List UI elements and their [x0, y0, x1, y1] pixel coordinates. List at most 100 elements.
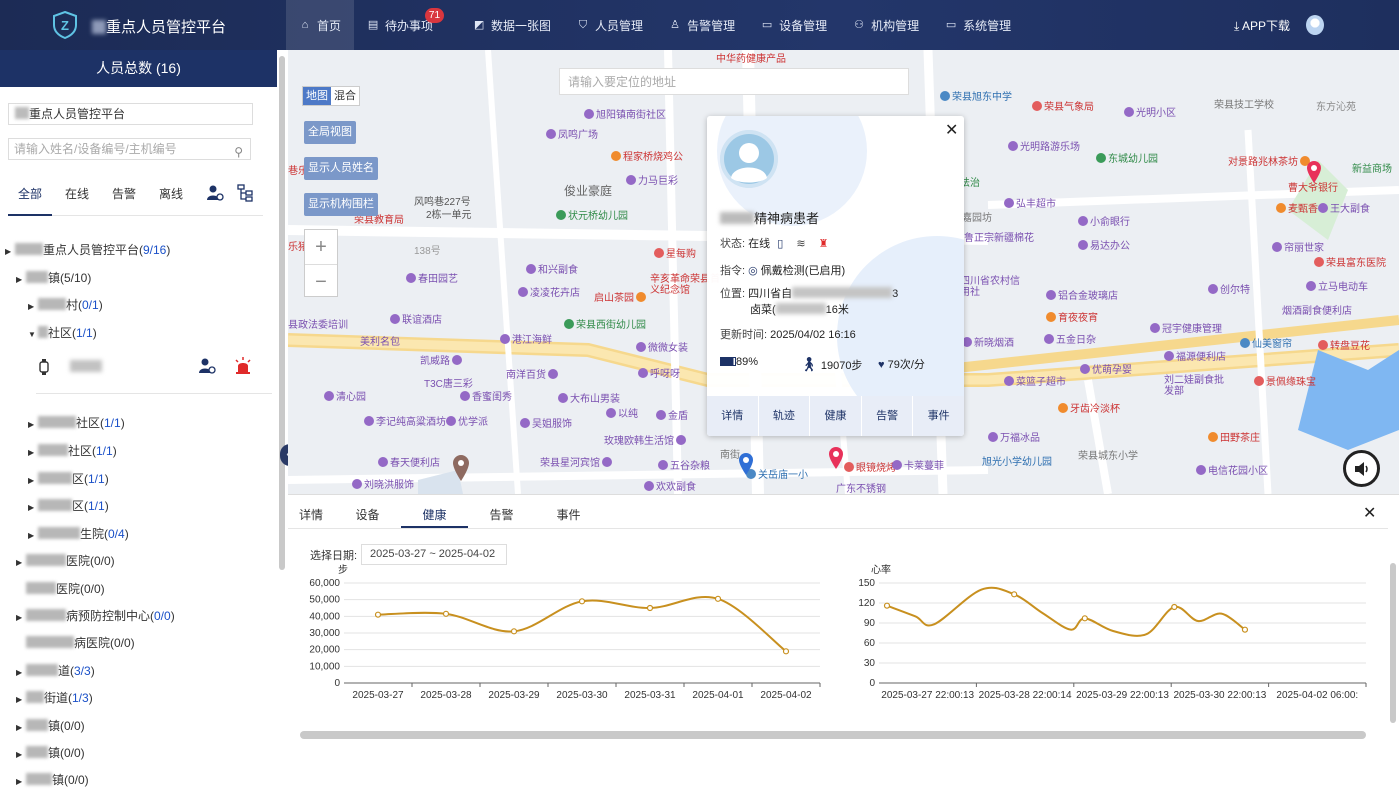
map-poi-label[interactable]: T3C唐三彩 [424, 375, 473, 390]
panel-tab-health[interactable]: 健康 [401, 495, 468, 528]
tree-node[interactable]: ▶ 镇(5/10) [16, 269, 91, 286]
map-poi-label[interactable]: 关岳庙一小 [746, 466, 808, 481]
map-poi-label[interactable]: 广东不锈钢 [836, 480, 886, 494]
map-poi-label[interactable]: 对景路兆林茶坊 [1228, 153, 1312, 168]
map-poi-label[interactable]: 清心园 [324, 388, 366, 403]
map-poi-label[interactable]: 吴姐服饰 [520, 415, 572, 430]
sound-toggle-button[interactable] [1343, 450, 1380, 487]
tab-offline[interactable]: 离线 [149, 182, 193, 215]
map-poi-label[interactable]: 田野茶庄 [1208, 429, 1260, 444]
map-poi-label[interactable]: 金盾 [656, 407, 688, 422]
panel-tab-detail[interactable]: 详情 [288, 495, 334, 528]
popup-event-button[interactable]: 事件 [913, 396, 964, 436]
map-poi-label[interactable]: 福源便利店 [1164, 348, 1226, 363]
map-poi-label[interactable]: 美利名包 [360, 333, 400, 348]
nav-alarm[interactable]: ♙ 告警管理 [656, 0, 748, 50]
popup-alarm-button[interactable]: 告警 [862, 396, 914, 436]
nav-system[interactable]: ▭ 系统管理 [932, 0, 1024, 50]
map-poi-label[interactable]: 旭光小学幼儿园 [982, 453, 1052, 468]
map-poi-label[interactable]: 优萌孕婴 [1080, 361, 1132, 376]
nav-data-map[interactable]: ◩ 数据一张图 [460, 0, 564, 50]
map-poi-label[interactable]: 烟酒副食便利店 [1282, 302, 1352, 317]
tree-node[interactable]: ▶ 区(1/1) [28, 497, 109, 514]
person-locate-icon[interactable] [198, 357, 216, 375]
map-address-search-input[interactable]: 请输入要定位的地址 [559, 68, 909, 95]
map-poi-label[interactable]: 状元桥幼儿园 [556, 207, 628, 222]
close-panel-button[interactable]: ✕ [1363, 503, 1376, 523]
map-poi-label[interactable]: 小俞眼行 [1078, 213, 1130, 228]
map-poi-label[interactable]: 光明小区 [1124, 104, 1176, 119]
tree-node[interactable]: ▶ 道(3/3) [16, 662, 95, 679]
map-poi-label[interactable]: 铝合金玻璃店 [1046, 287, 1118, 302]
org-tree-icon[interactable] [234, 182, 256, 204]
map-poi-label[interactable]: 卡莱蔓菲 [892, 457, 944, 472]
map-marker-pin[interactable] [452, 454, 470, 482]
map-poi-label[interactable]: 创尔特 [1208, 281, 1250, 296]
tab-all[interactable]: 全部 [8, 182, 53, 216]
map-poi-label[interactable]: 春天便利店 [378, 454, 440, 469]
tree-node-root[interactable]: ▶ 重点人员管控平台(9/16) [5, 241, 170, 258]
map-poi-label[interactable]: 五谷杂粮 [658, 457, 710, 472]
panel-tab-alarm[interactable]: 告警 [468, 495, 535, 528]
person-search-input[interactable]: 请输入姓名/设备编号/主机编号 ⚲ [8, 138, 251, 160]
tree-node[interactable]: ▶ 镇(0/0) [16, 771, 89, 788]
tree-node[interactable]: ▶ 社区(1/1) [28, 442, 117, 459]
map-poi-label[interactable]: 荣县星河宾馆 [540, 454, 614, 469]
nav-person[interactable]: ⛉ 人员管理 [564, 0, 656, 50]
tree-node[interactable]: ▶ 社区(1/1) [28, 414, 125, 431]
tree-node[interactable]: 病医院(0/0) [16, 634, 135, 651]
person-row[interactable] [0, 350, 277, 388]
nav-org[interactable]: ⚇ 机构管理 [840, 0, 932, 50]
map-poi-label[interactable]: 鲁正宗新疆棉花 [964, 233, 1034, 244]
tab-online[interactable]: 在线 [55, 182, 99, 215]
map-poi-label[interactable]: 县政法委培训 [288, 320, 348, 331]
sidebar-scrollbar[interactable] [279, 56, 285, 570]
map-poi-label[interactable]: 育夜夜宵 [1046, 309, 1098, 324]
map-poi-label[interactable]: 启山茶园 [594, 289, 648, 304]
map-poi-label[interactable]: 旭阳镇南街社区 [584, 106, 666, 121]
tree-node[interactable]: ▶ 村(0/1) [28, 296, 103, 313]
map-poi-label[interactable]: 荣县富东医院 [1314, 254, 1386, 269]
map-poi-label[interactable]: 眼镜烧烤 [844, 459, 896, 474]
tree-node[interactable]: ▶ 镇(0/0) [16, 717, 85, 734]
alarm-icon[interactable] [234, 356, 252, 375]
user-avatar[interactable] [1306, 15, 1324, 35]
close-popup-button[interactable]: ✕ [945, 120, 958, 140]
map-poi-label[interactable]: 立马电动车 [1306, 278, 1368, 293]
map-poi-label[interactable]: 南洋百货 [506, 366, 560, 381]
tree-node-expanded[interactable]: ▼ 社区(1/1) [28, 324, 97, 341]
zoom-in-button[interactable]: + [305, 230, 337, 264]
map-poi-label[interactable]: 和兴副食 [526, 261, 578, 276]
tree-node[interactable]: ▶ 区(1/1) [28, 470, 109, 487]
popup-track-button[interactable]: 轨迹 [759, 396, 811, 436]
map-poi-label[interactable]: 大布山男装 [558, 390, 620, 405]
map-poi-label[interactable]: 凌凌花卉店 [518, 284, 580, 299]
map-poi-label[interactable]: 弘丰超市 [1004, 195, 1056, 210]
popup-detail-button[interactable]: 详情 [707, 396, 759, 436]
map-poi-label[interactable]: 凯威路 [420, 352, 464, 367]
app-download-link[interactable]: ⤓ APP下载 [1234, 17, 1290, 34]
tab-alarm[interactable]: 告警 [102, 182, 146, 215]
panel-horizontal-scrollbar[interactable] [300, 731, 1366, 739]
map-poi-label[interactable]: 刘二娃副食批发部 [1164, 375, 1232, 397]
panel-vertical-scrollbar[interactable] [1390, 563, 1396, 723]
map-poi-label[interactable]: 四川省农村信用社 [960, 276, 1022, 298]
person-marker-blue[interactable] [738, 452, 754, 476]
nav-home[interactable]: ⌂ 首页 [286, 0, 355, 50]
map-poi-label[interactable]: 光明路游乐场 [1008, 138, 1080, 153]
person-marker-red[interactable] [1306, 160, 1322, 184]
map-poi-label[interactable]: 刘晓洪服饰 [352, 476, 414, 491]
map-poi-label[interactable]: 麦甄香 [1276, 200, 1318, 215]
tree-node[interactable]: ▶ 病预防控制中心(0/0) [16, 607, 175, 624]
nav-device[interactable]: ▭ 设备管理 [748, 0, 840, 50]
map-poi-label[interactable]: 程家桥烧鸡公 [611, 148, 683, 163]
show-org-fence-button[interactable]: 显示机构围栏 [304, 193, 378, 216]
map-poi-label[interactable]: 东城幼儿园 [1096, 150, 1158, 165]
map-poi-label[interactable]: 呼呀呀 [638, 365, 680, 380]
map-poi-label[interactable]: 仙美窗帘 [1240, 335, 1292, 350]
show-person-name-button[interactable]: 显示人员姓名 [304, 157, 378, 180]
map-poi-label[interactable]: 景佩缘珠宝 [1254, 373, 1316, 388]
tree-node[interactable]: ▶ 镇(0/0) [16, 744, 85, 761]
map-poi-label[interactable]: 玫瑰欧韩生活馆 [604, 432, 688, 447]
map-poi-label[interactable]: 菜篮子超市 [1004, 373, 1066, 388]
